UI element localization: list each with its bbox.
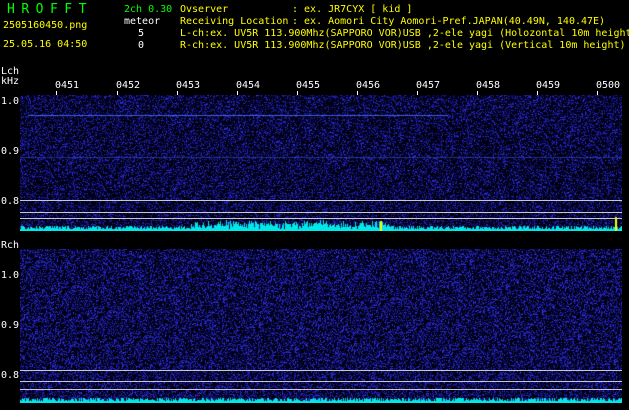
meteor-count-r: 0 [138, 40, 145, 51]
rch-ytick-0-8: 0.8 [1, 370, 20, 381]
lch-ytick-1-0: 1.0 [1, 96, 20, 107]
observer-value: : ex. JR7CYX [ kid ] [292, 4, 413, 15]
app-title: HROFFT [7, 2, 93, 17]
lch-gridline-lowest [20, 218, 622, 219]
rch-gridline-0-8 [20, 370, 622, 371]
mode-label: 2ch 0.30 [124, 4, 173, 15]
datetime: 25.05.16 04:50 [3, 39, 88, 50]
lch-spectrogram [20, 95, 622, 231]
time-tick-0456: 0456 [355, 80, 381, 91]
time-tick-0452: 0452 [115, 80, 141, 91]
time-tick-0458: 0458 [475, 80, 501, 91]
lch-info: L-ch:ex. UV5R 113.900Mhz(SAPPORO VOR)USB… [180, 28, 629, 39]
filename: 2505160450.png [3, 20, 88, 31]
time-tick-0454: 0454 [235, 80, 261, 91]
rch-ytick-0-9: 0.9 [1, 320, 20, 331]
time-tick-0459: 0459 [535, 80, 561, 91]
lch-ytick-0-8: 0.8 [1, 196, 20, 207]
rch-info: R-ch:ex. UV5R 113.900Mhz(SAPPORO VOR)USB… [180, 40, 626, 51]
rch-label: Rch [1, 240, 20, 251]
lch-gridline-lower [20, 212, 622, 213]
time-tick-0457: 0457 [415, 80, 441, 91]
lch-unit: kHz [1, 76, 20, 87]
observer-label: Ovserver [180, 4, 229, 15]
location-label: Receiving Location [180, 16, 289, 27]
location-value: : ex. Aomori City Aomori-Pref.JAPAN(40.4… [292, 16, 606, 27]
time-tick-0451: 0451 [54, 80, 80, 91]
time-tick-0500: 0500 [595, 80, 621, 91]
meteor-label: meteor [124, 16, 161, 27]
meteor-count-l: 5 [138, 28, 145, 39]
rch-ytick-1-0: 1.0 [1, 270, 20, 281]
time-tick-0455: 0455 [295, 80, 321, 91]
rch-gridline-lower [20, 381, 622, 382]
rch-spectrogram [20, 249, 622, 403]
lch-ytick-0-9: 0.9 [1, 146, 20, 157]
rch-gridline-lowest [20, 389, 622, 390]
time-tick-0453: 0453 [175, 80, 201, 91]
lch-gridline-0-8 [20, 200, 622, 201]
